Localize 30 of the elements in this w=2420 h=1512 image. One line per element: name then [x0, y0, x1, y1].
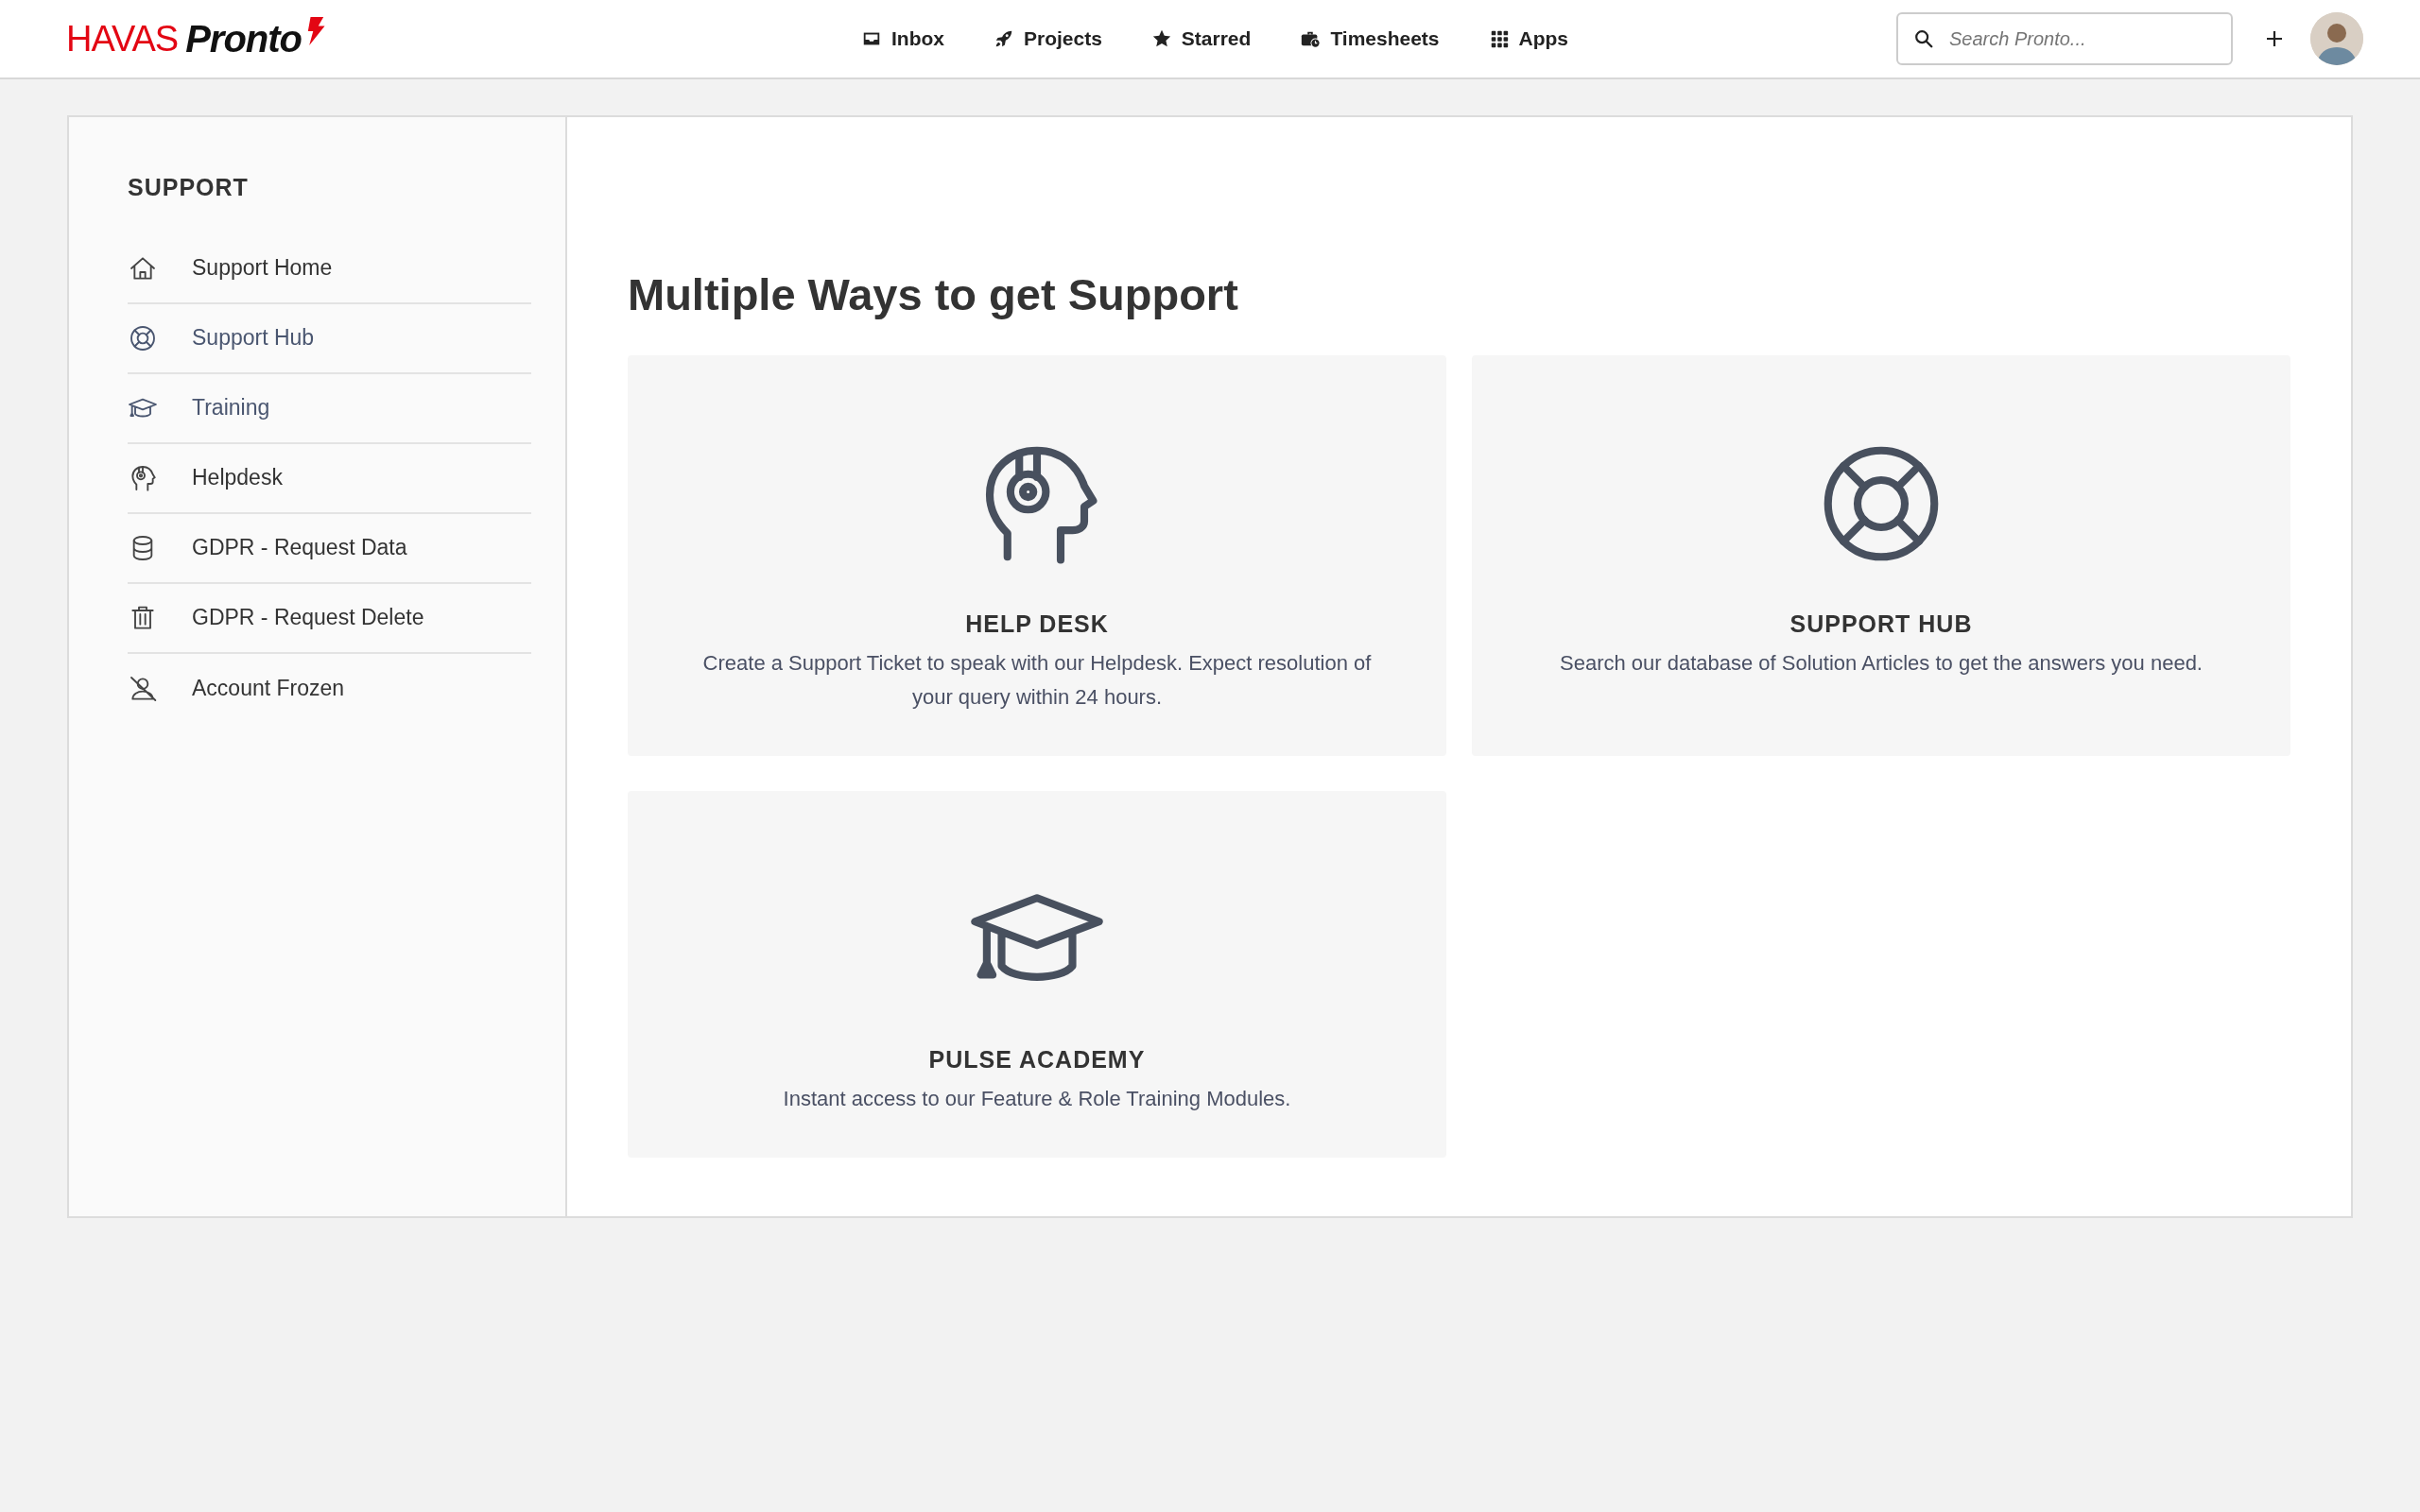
sidebar-title: SUPPORT	[128, 173, 250, 202]
brand-name: HAVAS	[66, 17, 179, 60]
page-heading: Multiple Ways to get Support	[628, 268, 1239, 321]
sidebar-item[interactable]: Support Hub	[128, 303, 531, 374]
support-card[interactable]: HELP DESK Create a Support Ticket to speak with our Helpdesk. Expect resolution of your query within 24 hours.	[628, 355, 1446, 757]
logo[interactable]: HAVAS Pronto	[66, 10, 331, 67]
nav-link[interactable]: Starred	[1147, 18, 1255, 60]
support-card[interactable]: SUPPORT HUB Search our database of Solution Articles to get the answers you need.	[1472, 355, 2290, 757]
nav-link[interactable]: Timesheets	[1296, 18, 1443, 60]
star-icon	[1150, 28, 1172, 49]
card-title: PULSE ACADEMY	[928, 1045, 1146, 1075]
card-title: HELP DESK	[965, 610, 1109, 640]
sidebar-item[interactable]: GDPR - Request Data	[128, 513, 531, 584]
card-title: SUPPORT HUB	[1789, 610, 1973, 640]
avatar	[2310, 12, 2363, 65]
card-description: Create a Support Ticket to speak with our Helpdesk. Expect resolution of your query within 24 hours.	[701, 649, 1373, 712]
card-description: Search our database of Solution Articles to get the answers you need.	[1559, 649, 2204, 677]
sidebar-item[interactable]: Training	[128, 373, 531, 444]
support-card[interactable]: PULSE ACADEMY Instant access to our Feature & Role Training Modules.	[628, 791, 1446, 1159]
product-name: Pronto	[185, 17, 302, 61]
search-field[interactable]: Search Pronto...	[1896, 12, 2233, 65]
search-icon	[1913, 28, 1934, 49]
nav-link[interactable]: Inbox	[856, 18, 948, 60]
nav-link[interactable]: Projects	[989, 18, 1106, 60]
nav-link[interactable]: Apps	[1484, 18, 1573, 60]
sidebar-item[interactable]: Helpdesk	[128, 443, 531, 514]
card-description: Instant access to our Feature & Role Training Modules.	[782, 1086, 1292, 1112]
sidebar-item[interactable]: Support Home	[128, 233, 531, 304]
sidebar-item[interactable]: GDPR - Request Delete	[128, 583, 531, 654]
sidebar-item[interactable]: Account Frozen	[128, 653, 531, 724]
